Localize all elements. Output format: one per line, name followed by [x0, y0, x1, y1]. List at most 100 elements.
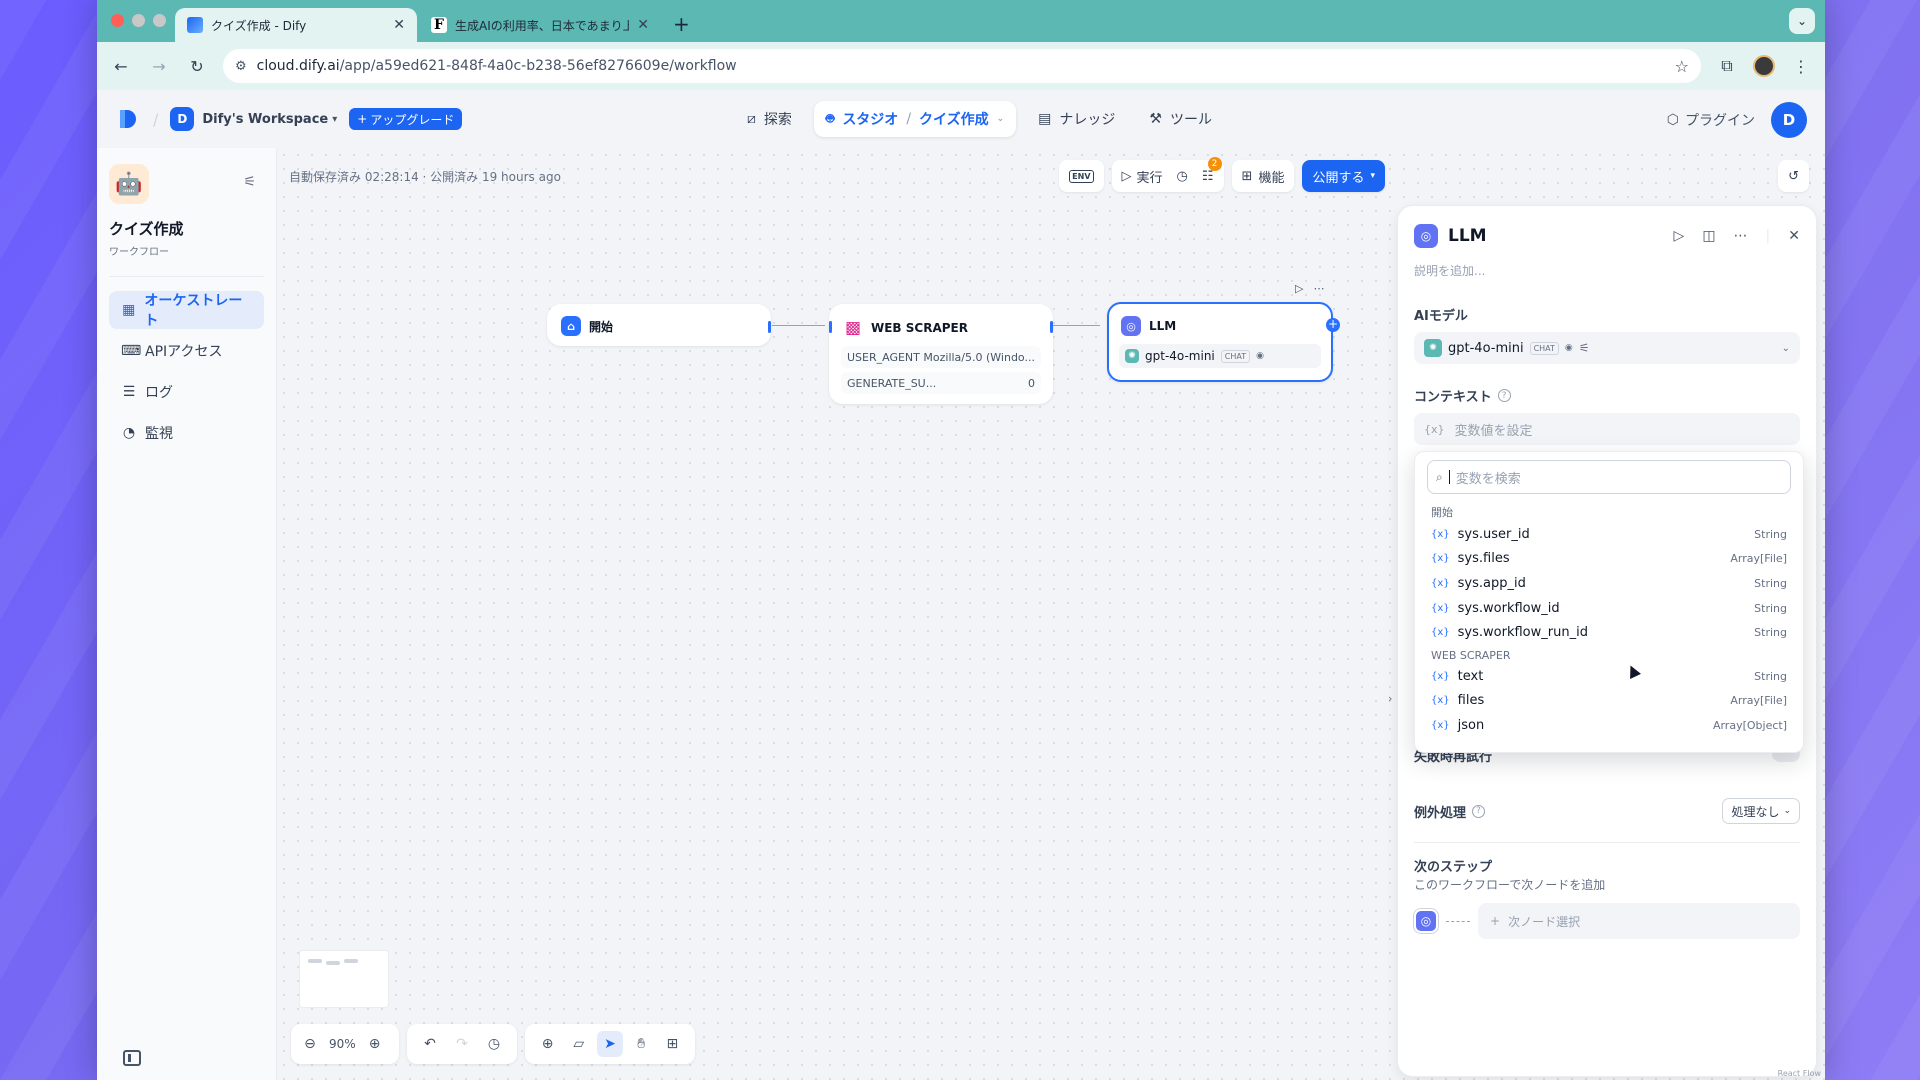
context-variable-input[interactable]: {x} 変数値を設定: [1414, 413, 1800, 445]
site-info-icon[interactable]: ⚙: [235, 59, 247, 74]
redo-icon[interactable]: ↷: [449, 1031, 475, 1057]
organize-icon[interactable]: ⊞: [660, 1031, 685, 1057]
param-value: 0: [1028, 376, 1035, 390]
tab-search-icon[interactable]: ⌄: [1789, 8, 1815, 34]
history-controls: ↶ ↷ ◷: [407, 1024, 517, 1064]
env-button[interactable]: ENV: [1059, 160, 1104, 192]
close-icon[interactable]: ✕: [1788, 228, 1800, 244]
variable-option[interactable]: {x} sys.files Array[File]: [1427, 547, 1791, 572]
exception-select[interactable]: 処理なし ⌄: [1722, 798, 1800, 824]
current-app-label[interactable]: クイズ作成: [919, 109, 989, 129]
add-next-node-handle[interactable]: +: [1326, 318, 1340, 332]
zoom-out-icon[interactable]: ⊖: [297, 1031, 323, 1057]
workspace-name[interactable]: Dify's Workspace: [202, 112, 328, 127]
url-input[interactable]: ⚙ cloud.dify.ai/app/a59ed621-848f-4a0c-b…: [223, 49, 1701, 83]
forward-icon[interactable]: →: [147, 54, 171, 78]
plugins-button[interactable]: ⬡ プラグイン: [1667, 110, 1755, 130]
variable-option[interactable]: {x} sys.workflow_id String: [1427, 596, 1791, 621]
close-tab-icon[interactable]: ✕: [393, 17, 405, 33]
chevron-right-icon[interactable]: ›: [1388, 692, 1392, 705]
sidebar-item-logs[interactable]: ☰ ログ: [109, 373, 264, 411]
close-tab-icon[interactable]: ✕: [637, 17, 649, 33]
maximize-window-button[interactable]: [153, 14, 166, 27]
upgrade-button[interactable]: + アップグレード: [349, 108, 463, 130]
variable-icon: {x}: [1431, 719, 1450, 731]
web-scraper-node[interactable]: ▩ WEB SCRAPER USER_AGENT Mozilla/5.0 (Wi…: [829, 304, 1053, 404]
browser-tab-dify[interactable]: クイズ作成 - Dify ✕: [175, 8, 417, 42]
docs-book-icon[interactable]: ◫: [1702, 228, 1715, 244]
run-button[interactable]: ▷ 実行: [1122, 167, 1163, 186]
description-input[interactable]: 説明を追加...: [1398, 248, 1816, 279]
publish-button[interactable]: 公開する ▾: [1302, 160, 1385, 192]
node-title: WEB SCRAPER: [871, 321, 968, 335]
variable-option[interactable]: {x} text String: [1427, 664, 1791, 689]
canvas-tools: ⊕ ▱ ➤ ✋︎ ⊞: [525, 1024, 695, 1064]
hand-icon[interactable]: ✋︎: [629, 1031, 654, 1057]
app-robot-icon: 🤖: [109, 164, 149, 204]
add-note-icon[interactable]: ▱: [566, 1031, 591, 1057]
target-handle[interactable]: [829, 321, 832, 333]
version-history-button[interactable]: ↺: [1778, 160, 1809, 192]
checklist-icon[interactable]: ☷ 2: [1202, 156, 1222, 184]
select-next-node-button[interactable]: + 次ノード選択: [1478, 903, 1800, 939]
extensions-icon[interactable]: ⧉: [1715, 54, 1739, 78]
bookmark-star-icon[interactable]: ☆: [1675, 57, 1689, 76]
sidebar-item-api[interactable]: ⌨ APIアクセス: [109, 332, 264, 370]
variable-type: Array[Object]: [1712, 718, 1787, 732]
new-tab-button[interactable]: +: [663, 12, 700, 42]
browser-tab-forbes[interactable]: F 生成AIの利用率、日本であまり上 ✕: [419, 8, 661, 42]
sidebar-collapse-icon[interactable]: [123, 1050, 141, 1066]
add-node-icon[interactable]: ⊕: [535, 1031, 560, 1057]
close-window-button[interactable]: [111, 14, 124, 27]
pointer-icon[interactable]: ➤: [597, 1031, 623, 1057]
more-icon[interactable]: ⋯: [1734, 228, 1748, 244]
variable-option[interactable]: {x} sys.app_id String: [1427, 571, 1791, 596]
back-icon[interactable]: ←: [109, 54, 133, 78]
nav-studio[interactable]: 🤖︎ スタジオ / クイズ作成 ⌄: [813, 101, 1017, 137]
reload-icon[interactable]: ↻: [185, 54, 209, 78]
workspace-avatar[interactable]: D: [170, 107, 195, 131]
zoom-in-icon[interactable]: ⊕: [362, 1031, 388, 1057]
react-flow-attribution[interactable]: React Flow: [1778, 1069, 1821, 1078]
variable-option[interactable]: {x} json Array[Object]: [1427, 713, 1791, 738]
minimap[interactable]: [299, 950, 389, 1008]
history-icon[interactable]: ◷: [1177, 169, 1188, 184]
run-step-icon[interactable]: ▷: [1674, 228, 1685, 244]
variable-option[interactable]: {x} files Array[File]: [1427, 689, 1791, 714]
variable-option[interactable]: {x} sys.workflow_run_id String: [1427, 620, 1791, 645]
variable-option[interactable]: {x} sys.user_id String: [1427, 522, 1791, 547]
variable-type: String: [1754, 626, 1787, 640]
help-icon[interactable]: ?: [1497, 389, 1511, 402]
source-handle[interactable]: [768, 321, 771, 333]
sidebar-item-label: APIアクセス: [145, 344, 223, 360]
browser-menu-icon[interactable]: ⋮: [1789, 54, 1813, 78]
panel-title[interactable]: LLM: [1448, 226, 1664, 246]
nav-explore[interactable]: ⧄ 探索: [735, 101, 804, 137]
workflow-canvas[interactable]: 自動保存済み 02:28:14 · 公開済み 19 hours ago ENV …: [277, 148, 1825, 1080]
checklist-badge: 2: [1207, 156, 1222, 171]
user-avatar[interactable]: D: [1771, 102, 1807, 138]
chevron-down-icon[interactable]: ⌄: [997, 114, 1005, 124]
llm-node[interactable]: ◎ LLM ✺ gpt-4o-mini CHAT ◉ +: [1107, 302, 1340, 382]
sidebar-item-monitor[interactable]: ◔ 監視: [109, 414, 264, 452]
params-sliders-icon[interactable]: ⚟: [1579, 341, 1590, 355]
history-icon[interactable]: ◷: [481, 1031, 507, 1057]
more-icon[interactable]: ⋯: [1313, 282, 1324, 295]
minimize-window-button[interactable]: [132, 14, 145, 27]
sidebar-item-orchestrate[interactable]: ▦ オーケストレート: [109, 291, 264, 329]
start-node[interactable]: ⌂ 開始: [547, 304, 771, 346]
profile-avatar[interactable]: [1753, 55, 1775, 77]
help-icon[interactable]: ?: [1472, 804, 1486, 818]
features-button[interactable]: ⊞ 機能: [1231, 160, 1295, 192]
settings-sliders-icon[interactable]: ⚟: [243, 174, 256, 190]
dify-logo-icon[interactable]: [117, 108, 139, 130]
nav-knowledge[interactable]: ▤ ナレッジ: [1026, 101, 1127, 137]
variable-search-input[interactable]: ⌕ 変数を検索: [1427, 460, 1791, 494]
source-handle[interactable]: [1050, 321, 1053, 333]
model-selector[interactable]: ✺ gpt-4o-mini CHAT ◉ ⚟ ⌄: [1414, 332, 1800, 364]
zoom-level[interactable]: 90%: [329, 1037, 356, 1051]
nav-tools[interactable]: ⚒ ツール: [1137, 101, 1224, 137]
run-node-icon[interactable]: ▷: [1295, 282, 1303, 295]
undo-icon[interactable]: ↶: [417, 1031, 443, 1057]
chevron-down-icon[interactable]: ▾: [332, 114, 337, 125]
